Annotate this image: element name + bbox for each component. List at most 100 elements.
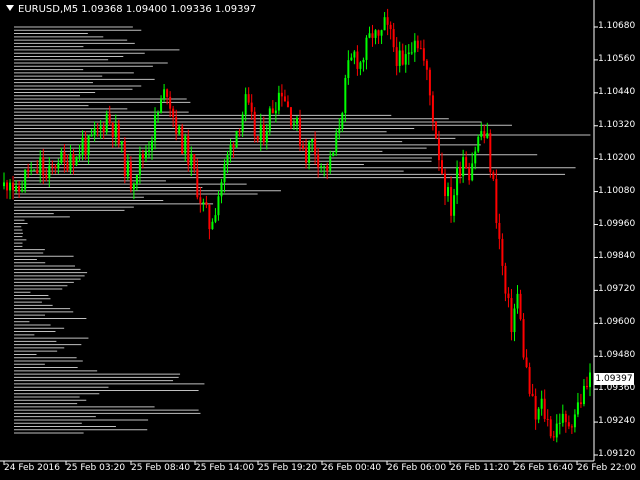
chart-window[interactable]: EURUSD,M5 1.09368 1.09400 1.09336 1.0939… [0,0,640,480]
x-tick-label: 26 Feb 22:00 [577,463,637,473]
axis-frame [0,0,595,462]
candle-body [205,202,208,205]
candle-body [51,165,54,167]
candle [419,40,422,50]
candle-body [256,136,259,141]
candle-body [428,69,431,96]
price-chart[interactable] [0,0,640,480]
candle [154,107,157,150]
candle [314,131,317,165]
candle-body [211,221,214,230]
candle [431,91,434,131]
candle-body [163,89,166,99]
candle-body [440,160,443,174]
candle-body [308,142,311,163]
candle-body [564,413,567,423]
candle-body [362,59,365,63]
candle [33,169,36,171]
candle-body [129,161,132,190]
candle-body [335,133,338,153]
candle-body [223,164,226,183]
candle-body [247,94,250,103]
candle [169,91,172,118]
candle-body [422,48,425,61]
candle-body [585,385,588,388]
candle [428,67,431,106]
candle-body [477,136,480,152]
candle-body [265,131,268,143]
candle [356,45,359,76]
candle-body [425,60,428,70]
candle [434,121,437,139]
candle-body [377,30,380,36]
candle-body [489,132,492,173]
y-tick-label: 1.10200 [598,152,636,163]
candle-body [431,95,434,122]
candle-body [465,157,468,169]
candle-body [380,30,383,36]
candle-body [72,153,75,166]
candle-body [474,151,477,164]
candle-body [6,182,9,191]
candle [144,144,147,163]
candle-body [576,402,579,415]
candle [425,59,428,81]
candle-body [120,141,123,145]
candle [151,136,154,160]
candle-body [522,319,525,358]
candle-body [504,265,507,294]
candle [280,84,283,107]
candle [585,376,588,390]
candle-body [302,145,305,148]
candle [537,407,540,424]
candle [413,33,416,62]
candle-body [66,162,69,171]
candle [489,129,492,178]
candle-body [299,117,302,146]
y-tick-label: 1.10080 [598,185,636,196]
candle-body [105,113,108,132]
candle [365,35,368,70]
candle-body [413,40,416,53]
candle-body [579,402,582,405]
symbol-info-text: EURUSD,M5 1.09368 1.09400 1.09336 1.0939… [18,4,257,15]
candle-body [332,152,335,157]
candle-body [498,222,501,239]
candle-body [39,157,42,174]
candle [401,43,404,66]
candle-body [21,189,24,192]
volume-profile [14,26,591,434]
candle-body [57,162,60,169]
candle [265,123,268,150]
candle [513,303,516,342]
x-tick-label: 24 Feb 2016 [4,463,61,473]
candle-body [492,172,495,179]
y-tick-label: 1.09600 [598,317,636,328]
candle-body [63,151,66,163]
candle-body [347,60,350,78]
candle [398,41,401,73]
candle [534,388,537,430]
symbol-info[interactable]: EURUSD,M5 1.09368 1.09400 1.09336 1.0939… [6,4,256,15]
y-tick-label: 1.10560 [598,53,636,64]
candle [377,29,380,44]
candle-body [166,89,169,97]
candle [6,179,9,199]
triangle-down-icon[interactable] [6,5,14,11]
candle-body [561,413,564,423]
candle [289,106,292,130]
candle-body [36,169,39,174]
candle [229,139,232,163]
candle-body [317,154,320,168]
candle-body [365,37,368,60]
candle [410,42,413,55]
candle-body [12,182,15,191]
candle-body [513,308,516,333]
candle-body [138,154,141,176]
candle-body [244,94,247,115]
candle [380,29,383,45]
candle [9,179,12,200]
candle-body [462,157,465,177]
candle-body [501,238,504,266]
candle [211,218,214,230]
